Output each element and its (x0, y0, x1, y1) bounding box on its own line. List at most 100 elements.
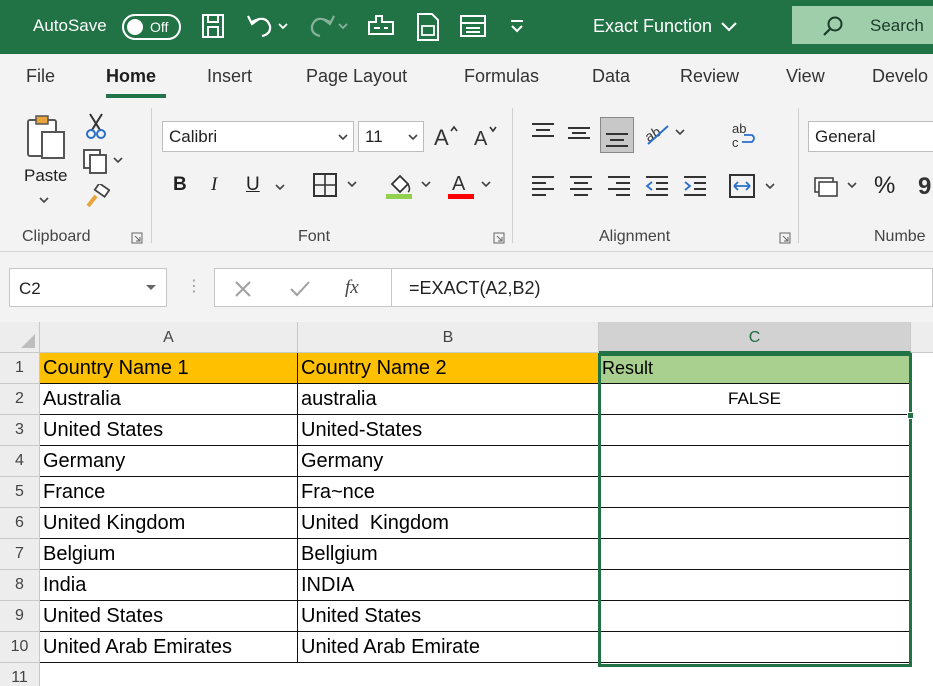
bold-button[interactable]: B (173, 174, 187, 196)
copy-icon[interactable] (82, 148, 126, 179)
align-center-icon[interactable] (568, 174, 594, 203)
cell-a5[interactable]: France (40, 477, 298, 508)
insert-function-icon[interactable]: fx (345, 277, 359, 299)
cell-b9[interactable]: United States (298, 601, 599, 632)
customize-qat-icon[interactable] (508, 12, 526, 42)
table-icon[interactable] (458, 12, 488, 42)
tab-home[interactable]: Home (106, 66, 156, 87)
row-header[interactable]: 7 (0, 539, 40, 570)
cell-a9[interactable]: United States (40, 601, 298, 632)
cell-a3[interactable]: United States (40, 415, 298, 446)
row-header[interactable]: 1 (0, 353, 40, 384)
chevron-down-icon[interactable] (145, 281, 157, 300)
font-name-dropdown[interactable]: Calibri (162, 121, 354, 152)
cell-b5[interactable]: Fra~nce (298, 477, 599, 508)
autosave-toggle[interactable]: Off (122, 14, 181, 40)
enter-check-icon[interactable] (289, 279, 311, 304)
row-header[interactable]: 10 (0, 632, 40, 663)
row-header[interactable]: 11 (0, 663, 40, 686)
align-left-icon[interactable] (530, 174, 556, 203)
cell-c9[interactable] (599, 601, 911, 632)
touch-mode-icon[interactable] (366, 12, 396, 42)
orientation-icon[interactable]: ab (642, 118, 688, 153)
cell-c10[interactable] (599, 632, 911, 663)
cut-icon[interactable] (84, 112, 108, 145)
search-box[interactable]: Search (792, 6, 933, 44)
cell-b2[interactable]: australia (298, 384, 599, 415)
cell-b3[interactable]: United-States (298, 415, 599, 446)
number-format-dropdown[interactable]: General (808, 121, 933, 152)
form-icon[interactable] (414, 12, 442, 42)
cell-a1[interactable]: Country Name 1 (40, 353, 298, 384)
column-header-d[interactable] (911, 322, 933, 353)
paste-dropdown-icon[interactable] (38, 192, 50, 210)
row-header[interactable]: 3 (0, 415, 40, 446)
cancel-icon[interactable] (233, 279, 253, 304)
cell-a4[interactable]: Germany (40, 446, 298, 477)
merge-center-icon[interactable] (728, 172, 780, 205)
cell-c1[interactable]: Result (599, 353, 911, 384)
accounting-format-icon[interactable] (812, 172, 862, 205)
tab-insert[interactable]: Insert (207, 66, 252, 87)
column-header-c[interactable]: C (599, 322, 911, 353)
paste-label[interactable]: Paste (24, 166, 67, 186)
tab-view[interactable]: View (786, 66, 825, 87)
cell-b1[interactable]: Country Name 2 (298, 353, 599, 384)
tab-formulas[interactable]: Formulas (464, 66, 539, 87)
redo-icon[interactable] (306, 12, 350, 42)
tab-review[interactable]: Review (680, 66, 739, 87)
row-header[interactable]: 2 (0, 384, 40, 415)
underline-button[interactable]: U (246, 174, 260, 196)
tab-data[interactable]: Data (592, 66, 630, 87)
document-title[interactable]: Exact Function (593, 16, 712, 37)
row-header[interactable]: 5 (0, 477, 40, 508)
fill-handle[interactable] (907, 412, 914, 419)
row-header[interactable]: 4 (0, 446, 40, 477)
resize-handle-icon[interactable]: ⋮ (186, 276, 202, 296)
cell-b8[interactable]: INDIA (298, 570, 599, 601)
format-painter-icon[interactable] (84, 182, 111, 215)
paste-icon[interactable] (24, 112, 68, 167)
font-size-dropdown[interactable]: 11 (358, 121, 424, 152)
font-color-icon[interactable]: A (448, 170, 498, 205)
alignment-launcher-icon[interactable] (779, 231, 791, 244)
row-header[interactable]: 9 (0, 601, 40, 632)
tab-file[interactable]: File (26, 66, 55, 87)
font-launcher-icon[interactable] (493, 231, 505, 244)
tab-developer[interactable]: Develo (872, 66, 928, 87)
cell-b10[interactable]: United Arab Emirate (298, 632, 599, 663)
cell-c7[interactable] (599, 539, 911, 570)
column-header-a[interactable]: A (40, 322, 298, 353)
cell-c4[interactable] (599, 446, 911, 477)
cell-c8[interactable] (599, 570, 911, 601)
cell-c6[interactable] (599, 508, 911, 539)
name-box[interactable]: C2 (9, 268, 167, 307)
cell-a8[interactable]: India (40, 570, 298, 601)
bottom-align-icon[interactable] (600, 117, 634, 153)
cell-b4[interactable]: Germany (298, 446, 599, 477)
decrease-font-size-icon[interactable]: A (472, 122, 502, 155)
formula-input[interactable]: =EXACT(A2,B2) (391, 268, 933, 307)
cell-a10[interactable]: United Arab Emirates (40, 632, 298, 663)
align-right-icon[interactable] (606, 174, 632, 203)
save-icon[interactable] (200, 12, 226, 42)
fill-color-icon[interactable] (386, 170, 436, 205)
cell-c5[interactable] (599, 477, 911, 508)
column-header-b[interactable]: B (298, 322, 599, 353)
tab-page-layout[interactable]: Page Layout (306, 66, 407, 87)
select-all-button[interactable] (0, 322, 40, 353)
cell-b6[interactable]: United Kingdom (298, 508, 599, 539)
undo-icon[interactable] (246, 12, 290, 42)
increase-indent-icon[interactable] (682, 174, 708, 203)
decrease-indent-icon[interactable] (644, 174, 670, 203)
cell-c3[interactable] (599, 415, 911, 446)
underline-dropdown-icon[interactable] (274, 180, 286, 198)
row-header[interactable]: 6 (0, 508, 40, 539)
italic-button[interactable]: I (211, 174, 217, 196)
wrap-text-icon[interactable]: ab c (730, 120, 760, 155)
increase-font-size-icon[interactable]: A (432, 122, 462, 155)
clipboard-launcher-icon[interactable] (131, 231, 143, 244)
middle-align-icon[interactable] (566, 120, 592, 149)
cell-a6[interactable]: United Kingdom (40, 508, 298, 539)
comma-style-icon[interactable]: 9 (916, 172, 933, 205)
